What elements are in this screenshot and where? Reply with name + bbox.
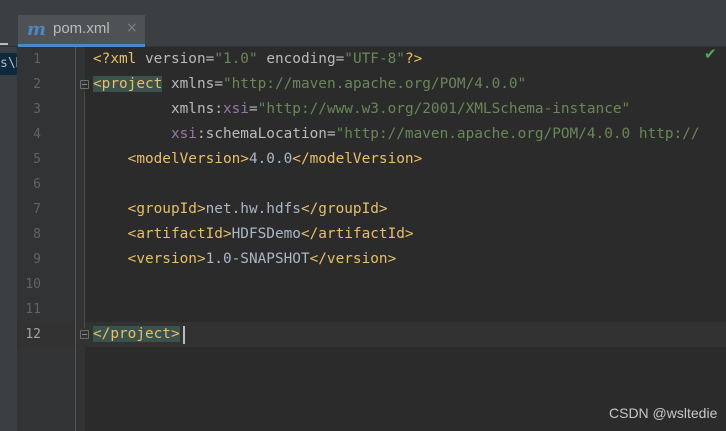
equals: =: [326, 126, 336, 142]
code-line-8[interactable]: <artifactId>HDFSDemo</artifactId>: [93, 222, 414, 247]
group-id-close-tag: </groupId>: [300, 201, 388, 217]
group-id-value: net.hw.hdfs: [205, 201, 301, 217]
project-tree-path[interactable]: s\H: [0, 53, 17, 75]
close-icon[interactable]: ×: [126, 20, 138, 36]
xml-declaration-end: ?>: [404, 51, 423, 67]
equals: =: [335, 51, 345, 67]
code-line-5[interactable]: <modelVersion>4.0.0</modelVersion>: [93, 147, 423, 172]
colon: :: [214, 101, 223, 117]
line-number: 4: [33, 127, 41, 142]
text-caret: [183, 326, 185, 344]
code-line-12[interactable]: </project>: [93, 322, 180, 347]
check-icon[interactable]: ✔: [704, 45, 717, 63]
code-line-7[interactable]: <groupId>net.hw.hdfs</groupId>: [93, 197, 388, 222]
attr-value: "http://maven.apache.org/POM/4.0.0": [222, 76, 527, 92]
attr-xmlns: xmlns: [170, 76, 215, 92]
colon: :: [196, 126, 206, 142]
attr-value: "UTF-8": [344, 51, 405, 67]
code-line-2[interactable]: <project xmlns="http://maven.apache.org/…: [93, 72, 526, 97]
version-open-tag: <version>: [127, 251, 206, 267]
attr-encoding: encoding: [266, 51, 336, 67]
line-number: 7: [33, 202, 41, 217]
equals: =: [205, 51, 215, 67]
gutter-divider: [75, 47, 76, 431]
attr-version: version: [144, 51, 206, 67]
minimize-icon[interactable]: [0, 43, 8, 45]
tab-label: pom.xml: [53, 20, 110, 37]
artifact-id-close-tag: </artifactId>: [300, 226, 414, 242]
version-value: 1.0-SNAPSHOT: [205, 251, 310, 267]
fold-guide: [84, 92, 85, 328]
fold-toggle-icon[interactable]: [80, 330, 89, 339]
code-line-3[interactable]: xmlns:xsi="http://www.w3.org/2001/XMLSch…: [93, 97, 630, 122]
code-line-1[interactable]: <?xml version="1.0" encoding="UTF-8"?>: [93, 47, 422, 72]
model-version-close-tag: </modelVersion>: [292, 151, 423, 167]
artifact-id-value: HDFSDemo: [231, 226, 301, 242]
model-version-value: 4.0.0: [248, 151, 293, 167]
code-line-9[interactable]: <version>1.0-SNAPSHOT</version>: [93, 247, 397, 272]
model-version-open-tag: <modelVersion>: [127, 151, 249, 167]
equals: =: [248, 101, 258, 117]
attr-xmlns: xmlns: [170, 101, 215, 117]
artifact-id-open-tag: <artifactId>: [127, 226, 232, 242]
group-id-open-tag: <groupId>: [127, 201, 206, 217]
watermark: CSDN @wsltedie: [609, 405, 718, 421]
line-number: 1: [33, 52, 41, 67]
project-panel-edge[interactable]: s\H: [0, 47, 17, 431]
project-close-tag: </project>: [93, 326, 180, 342]
namespace-xsi: xsi: [170, 126, 197, 142]
attr-value: "http://maven.apache.org/POM/4.0.0 http:…: [335, 126, 700, 142]
line-number: 3: [33, 102, 41, 117]
line-number: 11: [25, 302, 41, 317]
attr-value: "1.0": [214, 51, 258, 67]
maven-icon: m: [27, 19, 47, 40]
tab-pom-xml[interactable]: m pom.xml ×: [18, 15, 145, 47]
line-number: 5: [33, 152, 41, 167]
line-number: 10: [25, 277, 41, 292]
line-number: 8: [33, 227, 41, 242]
editor-tab-bar: m pom.xml ×: [0, 15, 726, 47]
xml-declaration-start: <?xml: [93, 51, 145, 67]
namespace-xsi: xsi: [222, 101, 249, 117]
project-open-tag: <project: [93, 76, 163, 92]
version-close-tag: </version>: [309, 251, 397, 267]
top-strip: [0, 0, 726, 15]
equals: =: [214, 76, 223, 92]
fold-toggle-icon[interactable]: [80, 80, 89, 89]
attr-schema-location: schemaLocation: [205, 126, 327, 142]
line-number-current: 12: [25, 327, 41, 342]
attr-value: "http://www.w3.org/2001/XMLSchema-instan…: [257, 101, 631, 117]
line-number: 6: [33, 177, 41, 192]
line-number: 9: [33, 252, 41, 267]
code-line-4[interactable]: xsi:schemaLocation="http://maven.apache.…: [93, 122, 700, 147]
line-number: 2: [33, 77, 41, 92]
